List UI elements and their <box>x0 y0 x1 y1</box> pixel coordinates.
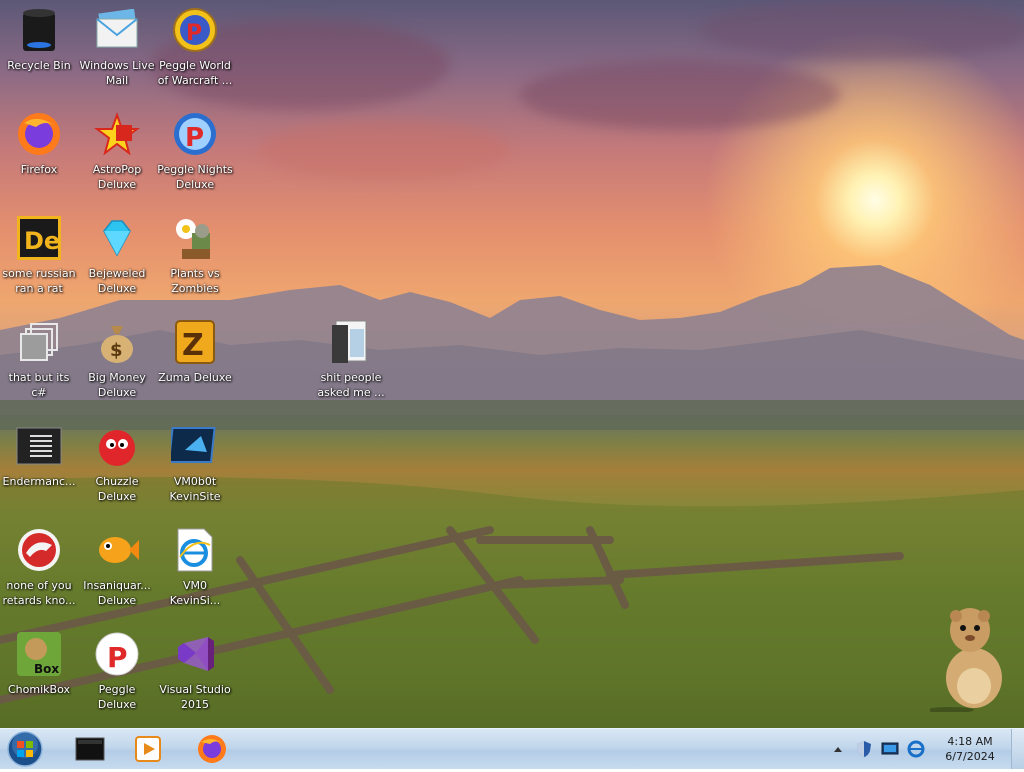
desktop-icon-endermanch[interactable]: Endermanc... <box>0 422 78 489</box>
fish-icon <box>93 526 141 574</box>
icon-label: Visual Studio 2015 <box>159 683 231 711</box>
icon-label: VM0 KevinSi... <box>169 579 221 607</box>
terminal-icon <box>75 737 105 761</box>
console-icon <box>15 422 63 470</box>
svg-text:De: De <box>24 227 60 255</box>
desktop-icon-that-but-csharp[interactable]: that but its c# <box>0 318 78 400</box>
peggle-icon: P <box>171 6 219 54</box>
svg-text:P: P <box>186 21 202 46</box>
clock-time: 4:18 AM <box>947 735 993 748</box>
svg-text:Z: Z <box>182 328 204 363</box>
desktop-icon-vm0b0t[interactable]: VM0b0t KevinSite <box>156 422 234 504</box>
plants-icon <box>171 214 219 262</box>
icon-label: Recycle Bin <box>7 59 71 72</box>
media-player-icon <box>135 736 161 762</box>
money-bag-icon: $ <box>93 318 141 366</box>
desktop-icon-some-russian[interactable]: De some russian ran a rat <box>0 214 78 296</box>
tray-monitor-button[interactable] <box>881 740 899 758</box>
chuzzle-icon <box>93 422 141 470</box>
show-hidden-icons-button[interactable] <box>829 740 847 758</box>
desktop-icon-insaniquarium[interactable]: Insaniquar... Deluxe <box>78 526 156 608</box>
desktop-icon-plants-vs-zombies[interactable]: Plants vs Zombies <box>156 214 234 296</box>
mail-icon <box>93 6 141 54</box>
desktop-icon-big-money[interactable]: $ Big Money Deluxe <box>78 318 156 400</box>
desktop-icon-firefox[interactable]: Firefox <box>0 110 78 177</box>
desktop-icon-recycle-bin[interactable]: Recycle Bin <box>0 6 78 73</box>
recycle-bin-icon <box>15 6 63 54</box>
firefox-icon <box>198 735 226 763</box>
shield-icon <box>857 741 871 757</box>
de-icon: De <box>15 214 63 262</box>
ie-icon <box>171 526 219 574</box>
visual-studio-icon <box>171 630 219 678</box>
icon-label: that but its c# <box>8 371 70 399</box>
desktop-icon-windows-live-mail[interactable]: Windows Live Mail <box>78 6 156 88</box>
clock[interactable]: 4:18 AM 6/7/2024 <box>935 734 1005 764</box>
icon-label: some russian ran a rat <box>2 267 76 295</box>
desktop-icon-visual-studio[interactable]: Visual Studio 2015 <box>156 630 234 712</box>
icon-label: Big Money Deluxe <box>88 371 146 399</box>
clock-date: 6/7/2024 <box>945 750 995 763</box>
show-desktop-button[interactable] <box>1011 729 1024 769</box>
peggle-deluxe-icon: P <box>93 630 141 678</box>
icon-label: Bejeweled Deluxe <box>88 267 146 295</box>
tray-network-button[interactable] <box>907 740 925 758</box>
chomikbox-icon: Box <box>15 630 63 678</box>
icon-label: Plants vs Zombies <box>170 267 220 295</box>
desktop-icon-vm0-kevinsite[interactable]: VM0 KevinSi... <box>156 526 234 608</box>
taskbar-terminal-button[interactable] <box>62 731 118 767</box>
taskbar-firefox-button[interactable] <box>184 731 240 767</box>
taskbar: 4:18 AM 6/7/2024 <box>0 728 1024 769</box>
windows-start-icon <box>7 731 43 767</box>
icon-label: Peggle Nights Deluxe <box>157 163 233 191</box>
icon-label: Chuzzle Deluxe <box>95 475 139 503</box>
astropop-icon <box>93 110 141 158</box>
icon-label: Firefox <box>20 163 58 176</box>
network-icon <box>907 740 925 758</box>
desktop: Recycle Bin Firefox De some russian ran … <box>0 0 1024 728</box>
icon-label: VM0b0t KevinSite <box>169 475 221 503</box>
desktop-icon-peggle-world-of-warcraft[interactable]: P Peggle World of Warcraft ... <box>156 6 234 88</box>
icon-label: none of you retards kno... <box>2 579 76 607</box>
dino-icon <box>15 526 63 574</box>
icon-label: Peggle Deluxe <box>97 683 137 711</box>
desktop-icon-zuma[interactable]: Z Zuma Deluxe <box>156 318 234 385</box>
peggle-nights-icon: P <box>171 110 219 158</box>
folder-icon <box>327 318 375 366</box>
desktop-icon-chomikbox[interactable]: Box ChomikBox <box>0 630 78 697</box>
icon-label: Insaniquar... Deluxe <box>83 579 151 607</box>
svg-text:$: $ <box>110 340 123 361</box>
svg-text:P: P <box>107 641 128 674</box>
taskbar-media-player-button[interactable] <box>120 731 176 767</box>
system-tray: 4:18 AM 6/7/2024 <box>825 729 1024 769</box>
desktop-icon-peggle-deluxe[interactable]: P Peggle Deluxe <box>78 630 156 712</box>
icon-label: shit people asked me ... <box>317 371 385 399</box>
svg-text:P: P <box>185 123 204 153</box>
icon-label: ChomikBox <box>8 683 70 696</box>
desktop-icon-bejeweled[interactable]: Bejeweled Deluxe <box>78 214 156 296</box>
desktop-icon-chuzzle[interactable]: Chuzzle Deluxe <box>78 422 156 504</box>
icon-label: AstroPop Deluxe <box>92 163 142 191</box>
hamster-gadget[interactable] <box>926 602 1010 713</box>
stack-icon <box>15 318 63 366</box>
desktop-icon-folder[interactable]: shit people asked me ... <box>312 318 390 400</box>
chevron-up-icon <box>834 747 842 752</box>
icon-label: Peggle World of Warcraft ... <box>157 59 233 87</box>
desktop-icon-peggle-nights[interactable]: P Peggle Nights Deluxe <box>156 110 234 192</box>
vm-icon <box>171 422 219 470</box>
icon-label: Zuma Deluxe <box>158 371 232 384</box>
start-button[interactable] <box>6 730 44 768</box>
firefox-icon <box>15 110 63 158</box>
gem-icon <box>93 214 141 262</box>
desktop-icon-none-of-you[interactable]: none of you retards kno... <box>0 526 78 608</box>
svg-text:Box: Box <box>34 662 59 676</box>
icon-label: Endermanc... <box>2 475 76 488</box>
tray-shield-button[interactable] <box>855 740 873 758</box>
desktop-icon-astropop[interactable]: AstroPop Deluxe <box>78 110 156 192</box>
zuma-icon: Z <box>171 318 219 366</box>
icon-label: Windows Live Mail <box>79 59 155 87</box>
monitor-icon <box>881 742 899 755</box>
